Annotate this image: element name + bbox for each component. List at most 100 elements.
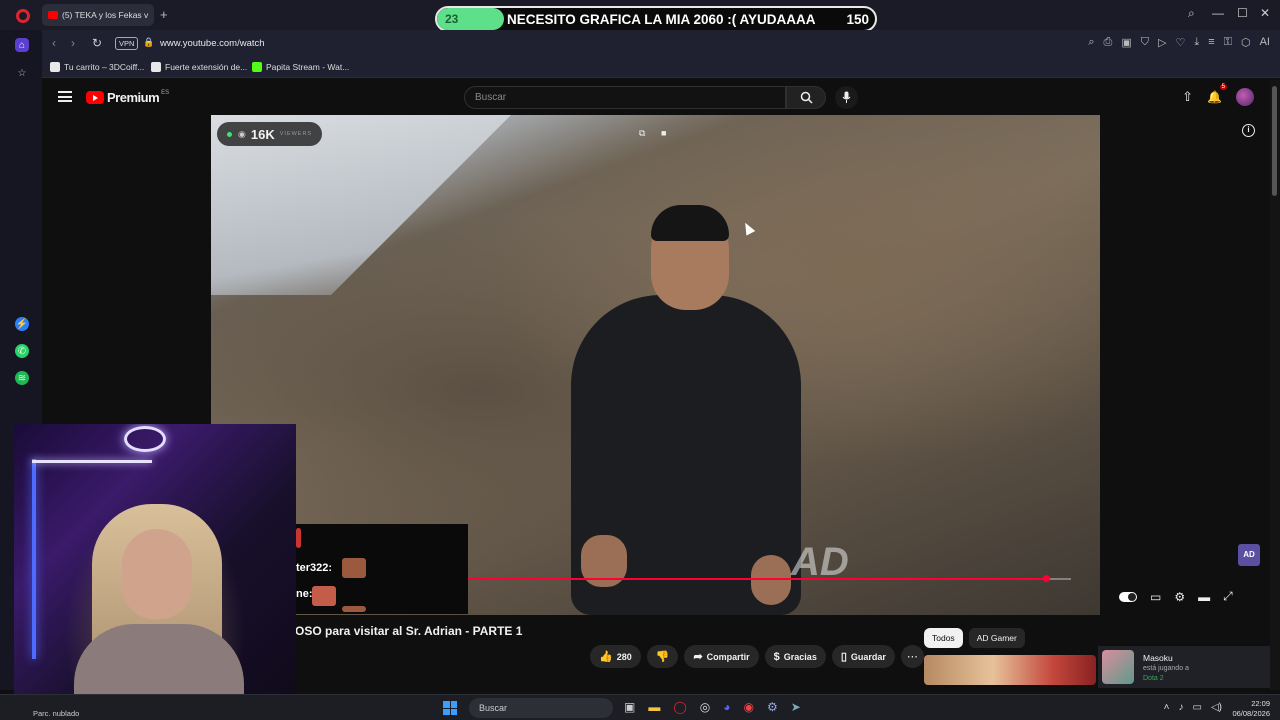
maximize-icon[interactable]: ☐	[1237, 6, 1248, 20]
eye-icon: ◉	[238, 128, 246, 139]
friend-avatar	[1102, 650, 1134, 684]
search-input[interactable]: Buscar	[464, 86, 786, 109]
voice-search-button[interactable]	[835, 86, 858, 109]
play-icon[interactable]: ▷	[1158, 36, 1166, 49]
goal-current: 23	[445, 12, 459, 26]
video-title: OSO para visitar al Sr. Adrian - PARTE 1	[295, 624, 523, 638]
bookmark-icon: ▯	[840, 651, 847, 663]
forward-icon[interactable]: ›	[71, 36, 75, 50]
volume-icon[interactable]: ◁)	[1211, 702, 1222, 713]
bookmark-item[interactable]: Tu carrito – 3DCoiff...	[50, 62, 144, 72]
heart-icon[interactable]: ♡	[1175, 36, 1185, 49]
speed-dial-icon[interactable]: ☆	[15, 66, 29, 80]
file-explorer-icon[interactable]: ▬	[648, 700, 660, 714]
microphone-icon[interactable]: ♪	[1179, 702, 1184, 713]
chevron-up-icon[interactable]: ˄	[1164, 702, 1170, 713]
hamburger-menu-icon[interactable]	[58, 91, 72, 102]
taskbar-search-input[interactable]: Buscar	[469, 698, 613, 718]
autoplay-toggle[interactable]	[1119, 591, 1137, 602]
search-button[interactable]	[786, 86, 826, 109]
super-thanks-icon: $	[773, 650, 780, 663]
bookmark-item[interactable]: Papita Stream - Wat...	[252, 62, 349, 72]
bookmark-item[interactable]: Fuerte extensión de...	[151, 62, 247, 72]
upload-icon[interactable]: ⇧	[1182, 89, 1193, 105]
minimize-icon[interactable]: —	[1212, 6, 1224, 20]
recommendation-chips: Todos AD Gamer	[924, 628, 1025, 648]
back-icon[interactable]: ‹	[52, 36, 56, 50]
ai-icon[interactable]: AI	[1260, 36, 1270, 49]
messenger-icon[interactable]: ⚡	[15, 317, 29, 331]
task-view-icon[interactable]: ▣	[624, 700, 635, 714]
video-actions: 👍 280 👎 ➦ Compartir $ Gracias ▯ Guardar …	[590, 645, 924, 668]
settings-icon[interactable]: ⚙	[767, 700, 778, 714]
steam-icon[interactable]: ➤	[791, 700, 801, 714]
shield-icon[interactable]: ⛉	[1141, 36, 1149, 49]
theater-mode-icon[interactable]: ▬	[1198, 590, 1210, 604]
avatar[interactable]	[1236, 88, 1254, 106]
chat-username: ter322:	[296, 562, 333, 574]
viewers-label: VIEWERS	[279, 131, 313, 137]
discord-icon[interactable]: ◕	[723, 700, 730, 714]
dislike-button[interactable]: 👎	[646, 645, 679, 668]
thumbs-up-icon: 👍	[599, 651, 613, 663]
cube-icon[interactable]: ⬡	[1241, 36, 1251, 49]
weather-widget[interactable]: Parc. nublado	[33, 709, 79, 718]
recommended-video-thumbnail[interactable]	[924, 655, 1096, 685]
reload-icon[interactable]: ↻	[92, 36, 102, 50]
obs-icon[interactable]: ◎	[700, 700, 710, 714]
scrubber-handle[interactable]	[1043, 575, 1051, 582]
youtube-logo[interactable]: Premium ES	[86, 90, 169, 105]
home-icon[interactable]: ⌂	[15, 38, 29, 52]
bookmark-favicon-icon	[151, 62, 161, 72]
opera-logo-icon[interactable]	[16, 9, 30, 23]
taskbar-apps: ▣ ▬ ◯ ◎ ◕ ◉ ⚙ ➤	[624, 700, 801, 714]
kick-favicon-icon	[252, 62, 262, 72]
bookmark-label: Papita Stream - Wat...	[266, 62, 350, 72]
save-button[interactable]: ▯ Guardar	[831, 645, 895, 668]
list-icon[interactable]: ≡	[1208, 36, 1214, 49]
whatsapp-icon[interactable]: ✆	[15, 344, 29, 358]
youtube-play-icon	[86, 91, 104, 104]
share-button[interactable]: ➦ Compartir	[684, 645, 759, 668]
friend-activity-card[interactable]: Masoku está jugando a Dota 2	[1098, 646, 1270, 688]
browser-tab-active[interactable]: (5) TEKA y los Fekas v	[42, 4, 154, 26]
url-field[interactable]: www.youtube.com/watch	[160, 38, 265, 49]
thanks-button[interactable]: $ Gracias	[764, 645, 826, 668]
lock-icon[interactable]: ⚿	[1224, 36, 1232, 49]
extension-toolbar: ⌕ ⎙ ▣ ⛉ ▷ ♡ ⤓ ≡ ⚿ ⬡ AI	[1088, 36, 1270, 49]
viewers-count: 16K	[250, 126, 275, 142]
chip-all[interactable]: Todos	[924, 628, 963, 648]
scrollbar-thumb[interactable]	[1272, 86, 1277, 196]
notifications-button[interactable]: 🔔 5	[1207, 84, 1227, 106]
camera-icon[interactable]: ⎙	[1104, 36, 1113, 49]
lock-icon[interactable]: 🔒	[143, 37, 154, 48]
close-icon[interactable]: ✕	[1260, 6, 1270, 20]
subtitles-icon[interactable]: ▭	[1150, 590, 1161, 604]
settings-gear-icon[interactable]: ⚙	[1174, 590, 1185, 604]
more-actions-button[interactable]: ⋯	[900, 645, 924, 668]
windows-start-icon[interactable]	[443, 701, 457, 715]
chip-ad-gamer[interactable]: AD Gamer	[968, 628, 1025, 648]
chat-emote	[342, 606, 366, 612]
wallet-icon[interactable]: ▣	[1121, 36, 1131, 49]
search-tabs-icon[interactable]: ⌕	[1188, 6, 1195, 21]
new-tab-plus-icon[interactable]: +	[160, 8, 168, 22]
opera-icon[interactable]: ◯	[673, 700, 686, 714]
like-button[interactable]: 👍 280	[590, 645, 641, 668]
chrome-icon[interactable]: ◉	[744, 700, 754, 714]
page-scrollbar[interactable]	[1270, 80, 1280, 690]
channel-watermark-badge[interactable]: AD	[1238, 544, 1260, 566]
system-clock[interactable]: 22:09 06/08/2026	[1232, 699, 1270, 719]
goal-message: NECESITO GRAFICA LA MIA 2060 :( AYUDAAAA	[507, 12, 816, 27]
search-icon[interactable]: ⌕	[1088, 36, 1094, 49]
network-icon[interactable]: ▭	[1193, 702, 1202, 713]
chat-emote	[296, 528, 301, 548]
fullscreen-icon[interactable]: ⤢	[1223, 589, 1233, 604]
camera-icon[interactable]: ■	[661, 128, 666, 138]
copy-icon[interactable]: ⧉	[639, 128, 645, 139]
vpn-badge[interactable]: VPN	[115, 37, 139, 50]
info-icon[interactable]: i	[1242, 124, 1255, 137]
region-code: ES	[161, 90, 170, 96]
spotify-icon[interactable]: ≋	[15, 371, 29, 385]
download-icon[interactable]: ⤓	[1194, 36, 1199, 49]
